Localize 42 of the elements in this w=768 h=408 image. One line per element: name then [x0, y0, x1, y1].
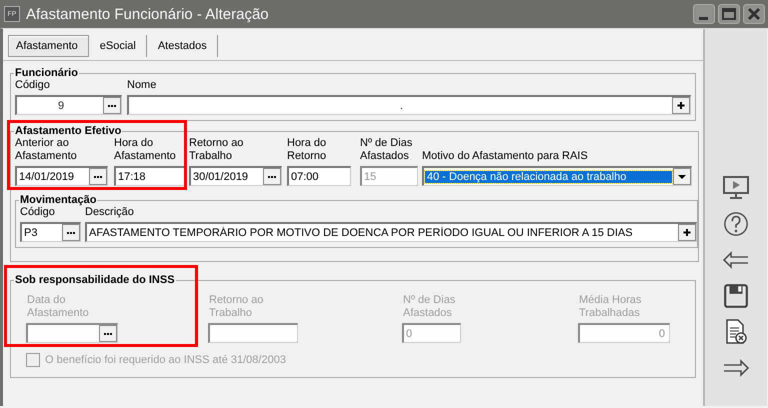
ellipsis-icon[interactable]: [263, 168, 281, 185]
field-label: Retorno ao Trabalho: [189, 137, 244, 163]
field-label: Nº de Dias Afastados: [360, 137, 414, 163]
minimize-icon[interactable]: [693, 4, 715, 24]
save-icon[interactable]: [722, 283, 750, 309]
field-label: Descrição: [85, 206, 135, 219]
field-label: Hora do Afastamento: [114, 137, 177, 163]
ellipsis-icon[interactable]: [62, 224, 80, 241]
input-field[interactable]: 17:18: [114, 166, 185, 186]
ellipsis-icon[interactable]: [103, 97, 121, 114]
close-icon[interactable]: [743, 4, 765, 24]
tab[interactable]: Afastamento: [8, 35, 89, 57]
maximize-icon[interactable]: [718, 4, 740, 24]
input-field[interactable]: 9: [15, 95, 122, 115]
field-label: Média Horas Trabalhadas: [579, 294, 642, 320]
field-label: Hora do Retorno: [287, 137, 328, 163]
group-title: Funcionário: [14, 67, 79, 79]
help-icon[interactable]: [722, 211, 750, 237]
tab[interactable]: Atestados: [150, 35, 218, 57]
input-field[interactable]: 30/01/2019: [189, 166, 282, 186]
field-label: Nº de Dias Afastados: [403, 294, 456, 320]
input-field[interactable]: 07:00: [287, 166, 351, 186]
field-label: Código: [20, 206, 56, 219]
field-label: Código: [15, 79, 51, 92]
input-field[interactable]: 14/01/2019: [15, 166, 108, 186]
group-title: Movimentação: [19, 194, 98, 206]
window-title: Afastamento Funcionário - Alteração: [26, 6, 269, 22]
field-label: Anterior ao Afastamento: [15, 137, 78, 163]
input-field[interactable]: 40 - Doença não relacionada ao trabalho: [422, 166, 692, 186]
input-field[interactable]: P3: [20, 222, 81, 242]
field-label: Nome: [127, 79, 158, 92]
tab[interactable]: eSocial: [92, 35, 147, 57]
plus-icon[interactable]: [678, 224, 696, 241]
field-label: Data do Afastamento: [27, 294, 90, 320]
ellipsis-icon[interactable]: [89, 168, 107, 185]
group-title: Sob responsabilidade do INSS: [14, 274, 176, 286]
group-title: Afastamento Efetivo: [14, 125, 122, 137]
plus-icon[interactable]: [672, 97, 690, 114]
field-label: Motivo do Afastamento para RAIS: [422, 150, 589, 163]
monitor-play-icon[interactable]: [722, 175, 750, 201]
input-field[interactable]: .: [127, 95, 691, 115]
field-label: Retorno ao Trabalho: [209, 294, 264, 320]
